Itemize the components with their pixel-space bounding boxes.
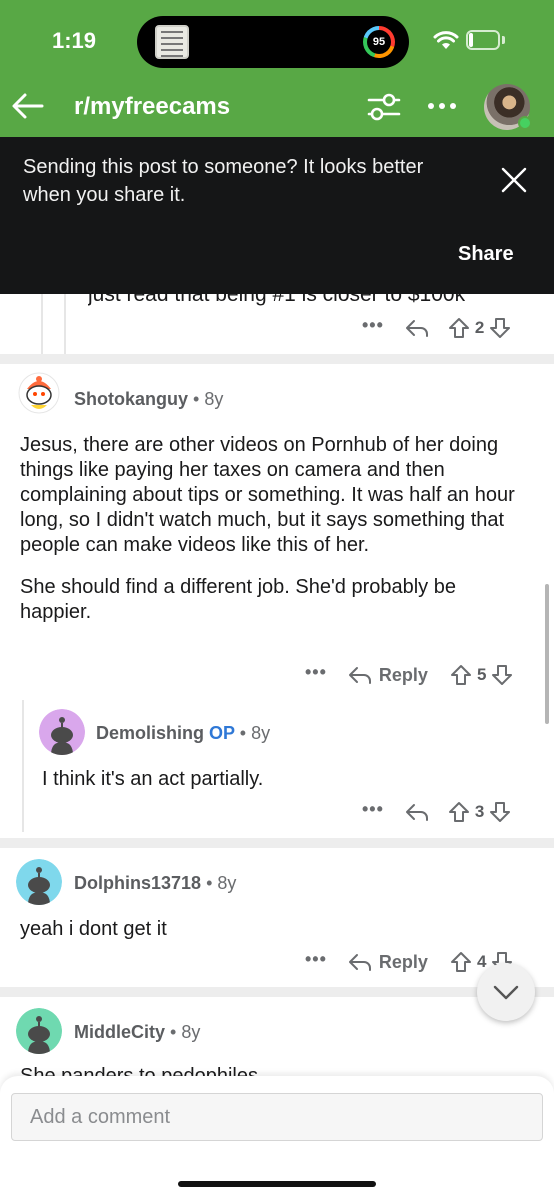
vote-count: 5 [476,665,487,684]
activity-ring-value: 95 [367,30,391,54]
reply-button[interactable]: Reply [347,951,428,973]
snoo-avatar-icon[interactable] [16,369,62,415]
upvote-icon[interactable] [448,317,470,339]
reply-arrow-icon [348,667,371,684]
comment-body: I think it's an act partially. [42,768,264,790]
home-indicator[interactable] [178,1181,376,1187]
comment-more-button[interactable]: ••• [362,799,384,820]
snoo-avatar-icon[interactable] [16,1008,62,1054]
share-button[interactable]: Share [458,243,514,266]
battery-level: 15 [475,32,491,47]
comment-more-button[interactable]: ••• [362,315,384,336]
separator: • [206,873,213,893]
comment-actions: ••• 3 [362,797,511,827]
comment-author[interactable]: Dolphins13718 • 8y [74,873,236,894]
op-badge: OP [209,723,235,743]
collapse-button[interactable] [477,963,535,1021]
reply-arrow-icon [348,954,371,971]
author-name[interactable]: Dolphins13718 [74,873,201,893]
wifi-icon [433,31,459,49]
ellipsis-icon[interactable] [424,94,460,118]
comment-body: Jesus, there are other videos on Pornhub… [20,433,525,625]
close-icon[interactable] [498,164,530,196]
status-time: 1:19 [52,28,97,53]
comment-actions: ••• Reply 5 [305,660,513,690]
comment-more-button[interactable]: ••• [305,949,327,970]
comment-age: 8y [251,723,271,743]
comment-age: 8y [204,389,224,409]
arrow-left-icon[interactable] [10,88,46,124]
comment-author[interactable]: Demolishing OP • 8y [96,723,270,744]
sliders-icon[interactable] [366,91,402,123]
chevron-down-icon [493,985,519,1000]
author-name[interactable]: MiddleCity [74,1022,165,1042]
thread-line [22,700,24,832]
author-name[interactable]: Shotokanguy [74,389,188,409]
comment-input[interactable] [11,1093,543,1141]
comment-paragraph: She should find a different job. She'd p… [20,576,456,623]
share-banner-message: Sending this post to someone? It looks b… [23,156,424,206]
comment-age: 8y [217,873,237,893]
app-header: 1:19 95 15 r/myfreecams [0,0,554,137]
battery-icon: 15 [466,30,500,50]
reply-arrow-icon[interactable] [404,801,430,823]
separator: • [170,1022,177,1042]
snoo-avatar-icon[interactable] [16,859,62,905]
thread-divider [0,354,554,364]
thread-divider [0,987,554,997]
upvote-icon[interactable] [450,951,472,973]
downvote-icon[interactable] [489,317,511,339]
activity-ring-icon: 95 [363,26,395,58]
scrollbar[interactable] [545,584,549,724]
dynamic-island: 95 [137,16,409,68]
thread-divider [0,838,554,848]
comment-age: 8y [181,1022,201,1042]
online-status-dot [518,116,532,130]
thread-line [41,294,43,354]
share-banner: Sending this post to someone? It looks b… [0,137,554,294]
comment-author[interactable]: MiddleCity • 8y [74,1022,200,1043]
upvote-icon[interactable] [450,664,472,686]
separator: • [239,723,247,743]
note-thumbnail-icon [155,25,189,59]
reply-button[interactable]: Reply [347,664,428,686]
subreddit-title[interactable]: r/myfreecams [74,93,230,121]
separator: • [193,389,200,409]
reply-arrow-icon[interactable] [404,317,430,339]
reply-label: Reply [378,664,428,685]
comment-author[interactable]: Shotokanguy • 8y [74,389,223,410]
comment-actions: ••• 2 [362,313,511,343]
downvote-icon[interactable] [489,801,511,823]
upvote-icon[interactable] [448,801,470,823]
snoo-avatar-icon[interactable] [39,709,85,755]
vote-count: 2 [474,318,485,337]
reply-label: Reply [378,951,428,972]
comment-body: yeah i dont get it [20,918,167,940]
comment-more-button[interactable]: ••• [305,662,327,683]
thread-line [64,294,66,354]
downvote-icon[interactable] [491,664,513,686]
comment-paragraph: Jesus, there are other videos on Pornhub… [20,434,515,556]
author-name[interactable]: Demolishing [96,723,204,743]
battery-nub [502,36,505,44]
vote-count: 3 [474,802,485,821]
